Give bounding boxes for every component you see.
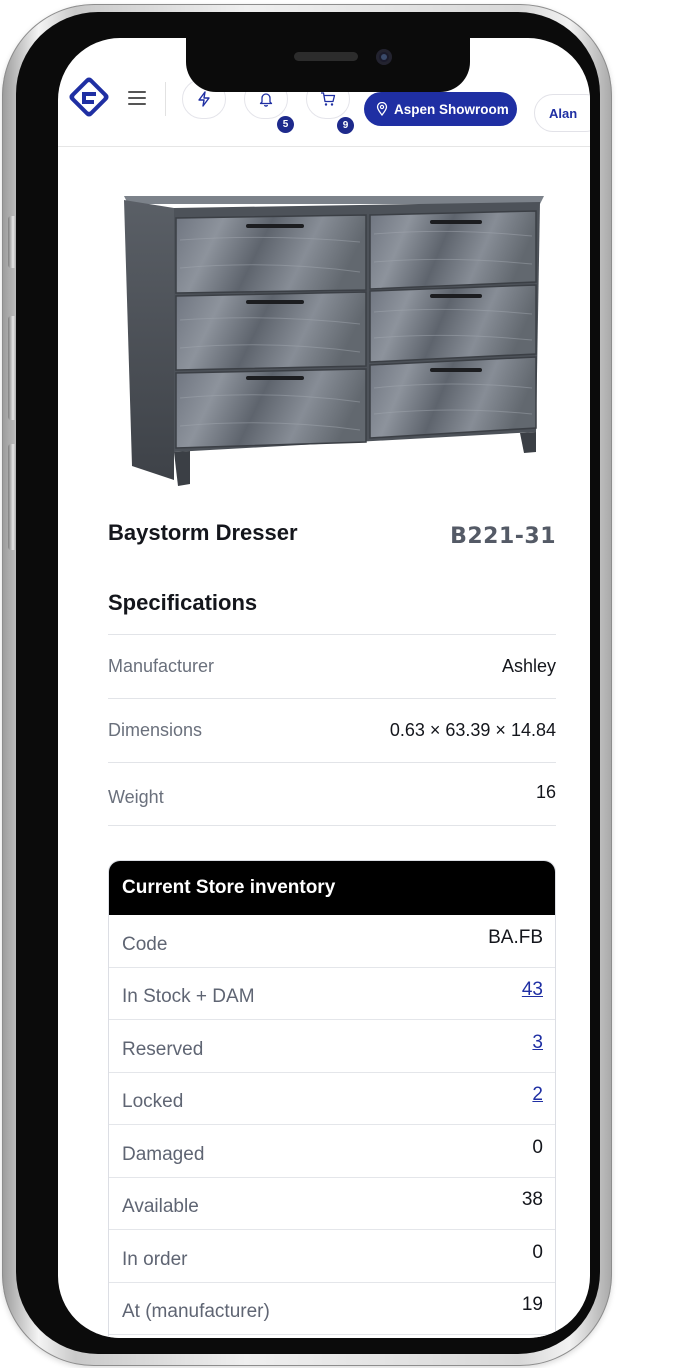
inventory-row-at-manufacturer: At (manufacturer) 19: [109, 1283, 555, 1335]
speaker-grille: [294, 52, 358, 61]
front-camera: [376, 49, 392, 65]
spec-label: Manufacturer: [108, 656, 215, 676]
user-menu-button[interactable]: Alan: [534, 94, 590, 132]
product-image: [124, 196, 544, 486]
product-name: Baystorm Dresser: [108, 520, 298, 545]
inventory-row-in-order: In order 0: [109, 1230, 555, 1283]
spec-value: Ashley: [501, 656, 556, 676]
inventory-label: In order: [122, 1248, 188, 1270]
topbar-separator: [165, 82, 166, 116]
inventory-label: At (manufacturer): [122, 1301, 270, 1323]
showroom-label: Aspen Showroom: [394, 101, 509, 117]
inventory-label: Code: [122, 933, 168, 955]
inventory-label: Locked: [122, 1091, 184, 1113]
store-inventory-card: Current Store inventory Code BA.FB In St…: [108, 860, 556, 1338]
drawer-handle: [246, 224, 304, 228]
user-name: Alan: [549, 105, 578, 121]
cart-badge: 9: [337, 117, 354, 134]
inventory-label: Damaged: [122, 1143, 205, 1165]
brand-logo-icon[interactable]: [66, 74, 112, 120]
spec-row-weight: Weight 16: [108, 762, 556, 826]
spec-label: Dimensions: [108, 720, 203, 740]
spec-label: Weight: [108, 787, 164, 807]
inventory-value: 0: [532, 1136, 543, 1158]
bolt-icon: [198, 91, 210, 107]
topbar-divider: [58, 146, 590, 147]
inventory-row-reserved: Reserved 3: [109, 1020, 555, 1073]
spec-divider: [108, 825, 556, 826]
drawer-handle: [430, 220, 482, 224]
notifications-badge: 5: [277, 116, 294, 133]
spec-row-manufacturer: Manufacturer Ashley: [108, 634, 556, 698]
inventory-row-damaged: Damaged 0: [109, 1125, 555, 1178]
inventory-value: 38: [521, 1189, 543, 1211]
phone-notch: [186, 36, 470, 92]
menu-icon[interactable]: [128, 91, 146, 105]
location-pin-icon: [376, 102, 388, 116]
app-screen: 5 9 Aspen Showroom Alan Baystorm Dresser…: [58, 38, 590, 1338]
drawer-handle: [430, 294, 482, 298]
product-code: B221-31: [450, 524, 556, 549]
spec-row-dimensions: Dimensions 0.63 × 63.39 × 14.84: [108, 698, 556, 762]
inventory-value: BA.FB: [488, 926, 543, 948]
inventory-label: In Stock + DAM: [122, 986, 255, 1008]
drawer-handle: [246, 376, 304, 380]
spec-value: 0.63 × 63.39 × 14.84: [389, 720, 556, 740]
drawer-handle: [246, 300, 304, 304]
inventory-value: 0: [532, 1241, 543, 1263]
reserved-link[interactable]: 3: [532, 1032, 543, 1054]
dresser-drawer: [175, 368, 367, 449]
locked-link[interactable]: 2: [532, 1084, 543, 1106]
inventory-title: Current Store inventory: [109, 861, 555, 915]
spec-value: 16: [535, 782, 556, 802]
inventory-label: Available: [122, 1196, 199, 1218]
in-stock-link[interactable]: 43: [522, 979, 543, 1001]
bell-icon: [259, 93, 273, 107]
drawer-handle: [430, 368, 482, 372]
inventory-row-available: Available 38: [109, 1178, 555, 1230]
cart-icon: [321, 92, 336, 106]
inventory-value: 19: [521, 1294, 543, 1316]
specifications-title: Specifications: [108, 590, 258, 615]
inventory-row-locked: Locked 2: [109, 1073, 555, 1125]
showroom-selector-button[interactable]: Aspen Showroom: [364, 92, 517, 126]
inventory-label: Reserved: [122, 1038, 204, 1060]
inventory-row-code: Code BA.FB: [109, 915, 555, 968]
inventory-row-in-stock: In Stock + DAM 43: [109, 968, 555, 1020]
